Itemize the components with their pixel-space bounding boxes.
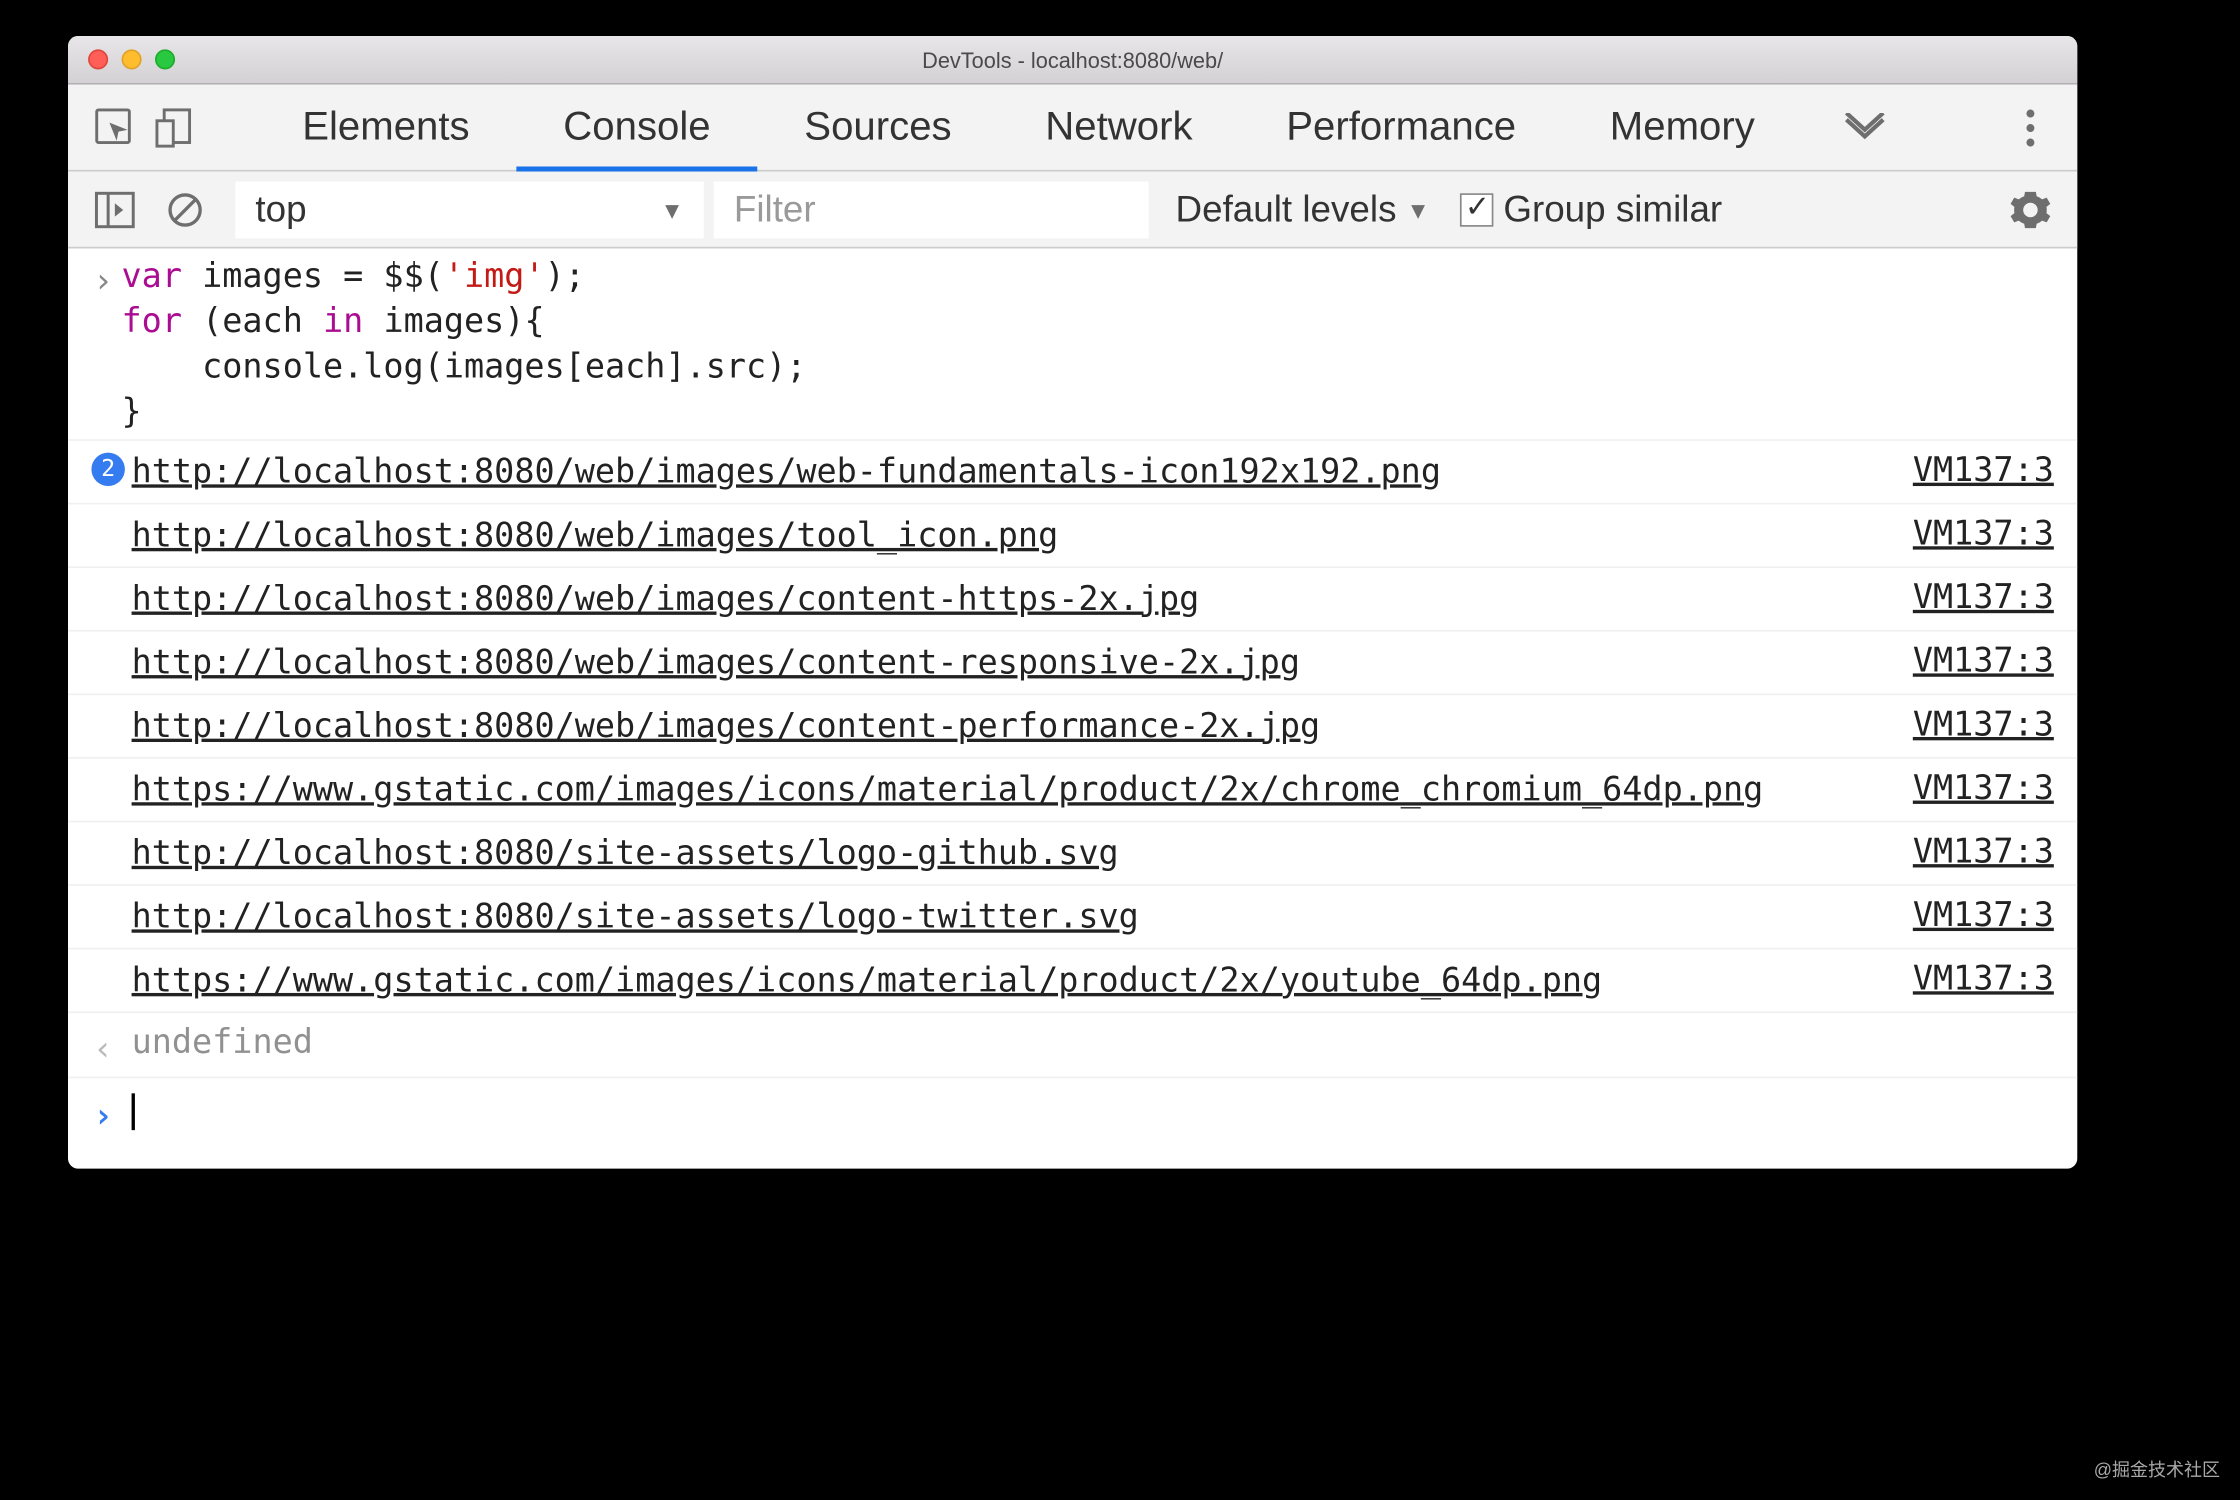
watermark-text: @掘金技术社区 bbox=[2094, 1456, 2220, 1482]
devtools-tabbar: ElementsConsoleSourcesNetworkPerformance… bbox=[68, 85, 2077, 172]
traffic-lights bbox=[68, 49, 175, 69]
dropdown-triangle-icon: ▼ bbox=[1407, 196, 1430, 223]
log-source-link[interactable]: VM137:3 bbox=[1913, 513, 2054, 553]
checkbox-icon bbox=[1460, 192, 1493, 225]
input-arrow-icon: › bbox=[93, 260, 113, 300]
text-cursor bbox=[132, 1093, 135, 1130]
log-url-link[interactable]: http://localhost:8080/site-assets/logo-g… bbox=[132, 831, 1913, 876]
log-source-link[interactable]: VM137:3 bbox=[1913, 894, 2054, 934]
console-output: › var images = $$('img'); for (each in i… bbox=[68, 248, 2077, 1168]
panel-tabs: ElementsConsoleSourcesNetworkPerformance… bbox=[255, 85, 1801, 170]
log-source-link[interactable]: VM137:3 bbox=[1913, 449, 2054, 489]
close-window-button[interactable] bbox=[88, 49, 108, 69]
console-log-row: http://localhost:8080/site-assets/logo-t… bbox=[68, 886, 2077, 950]
show-console-sidebar-icon[interactable] bbox=[85, 179, 145, 239]
log-source-link[interactable]: VM137:3 bbox=[1913, 640, 2054, 680]
output-arrow-icon: ‹ bbox=[93, 1028, 113, 1068]
tab-performance[interactable]: Performance bbox=[1239, 85, 1563, 170]
log-url-link[interactable]: http://localhost:8080/web/images/content… bbox=[132, 640, 1913, 685]
levels-label: Default levels bbox=[1176, 187, 1397, 230]
console-log-row: 2http://localhost:8080/web/images/web-fu… bbox=[68, 441, 2077, 505]
console-toolbar: top ▼ Default levels ▼ Group similar bbox=[68, 172, 2077, 249]
console-log-row: http://localhost:8080/web/images/content… bbox=[68, 695, 2077, 759]
minimize-window-button[interactable] bbox=[122, 49, 142, 69]
context-value: top bbox=[255, 187, 306, 230]
customize-menu-icon[interactable] bbox=[2000, 97, 2060, 157]
execution-context-selector[interactable]: top ▼ bbox=[235, 181, 703, 238]
window-title: DevTools - localhost:8080/web/ bbox=[68, 47, 2077, 72]
tab-sources[interactable]: Sources bbox=[757, 85, 998, 170]
console-log-row: http://localhost:8080/web/images/content… bbox=[68, 568, 2077, 632]
log-url-link[interactable]: http://localhost:8080/web/images/content… bbox=[132, 704, 1913, 749]
prompt-arrow-icon: › bbox=[93, 1095, 113, 1135]
console-log-row: http://localhost:8080/web/images/content… bbox=[68, 632, 2077, 696]
log-source-link[interactable]: VM137:3 bbox=[1913, 704, 2054, 744]
code-block[interactable]: var images = $$('img'); for (each in ima… bbox=[122, 253, 2054, 434]
tab-elements[interactable]: Elements bbox=[255, 85, 516, 170]
window-titlebar: DevTools - localhost:8080/web/ bbox=[68, 36, 2077, 85]
dropdown-triangle-icon: ▼ bbox=[660, 196, 683, 223]
log-url-link[interactable]: https://www.gstatic.com/images/icons/mat… bbox=[132, 958, 1913, 1003]
log-url-link[interactable]: http://localhost:8080/site-assets/logo-t… bbox=[132, 894, 1913, 939]
tab-memory[interactable]: Memory bbox=[1563, 85, 1802, 170]
return-value: undefined bbox=[132, 1021, 313, 1068]
log-url-link[interactable]: https://www.gstatic.com/images/icons/mat… bbox=[132, 767, 1913, 812]
console-return-row: ‹ undefined bbox=[68, 1013, 2077, 1078]
log-url-link[interactable]: http://localhost:8080/web/images/web-fun… bbox=[132, 449, 1913, 494]
console-log-row: https://www.gstatic.com/images/icons/mat… bbox=[68, 949, 2077, 1013]
log-url-link[interactable]: http://localhost:8080/web/images/content… bbox=[132, 576, 1913, 621]
tab-console[interactable]: Console bbox=[516, 85, 757, 170]
log-source-link[interactable]: VM137:3 bbox=[1913, 831, 2054, 871]
console-input-echo: › var images = $$('img'); for (each in i… bbox=[68, 248, 2077, 440]
clear-console-icon[interactable] bbox=[155, 179, 215, 239]
inspect-element-icon[interactable] bbox=[85, 97, 145, 157]
group-similar-label: Group similar bbox=[1503, 187, 1722, 230]
zoom-window-button[interactable] bbox=[155, 49, 175, 69]
device-toolbar-icon[interactable] bbox=[145, 97, 205, 157]
console-filter-input[interactable] bbox=[714, 181, 1149, 238]
console-log-row: http://localhost:8080/site-assets/logo-g… bbox=[68, 822, 2077, 886]
repeat-count-badge: 2 bbox=[91, 453, 124, 486]
group-similar-toggle[interactable]: Group similar bbox=[1460, 187, 1722, 230]
console-log-row: http://localhost:8080/web/images/tool_ic… bbox=[68, 504, 2077, 568]
log-source-link[interactable]: VM137:3 bbox=[1913, 767, 2054, 807]
tab-network[interactable]: Network bbox=[998, 85, 1239, 170]
log-source-link[interactable]: VM137:3 bbox=[1913, 958, 2054, 998]
console-prompt-row[interactable]: › bbox=[68, 1078, 2077, 1168]
more-tabs-icon[interactable] bbox=[1835, 97, 1895, 157]
console-log-row: https://www.gstatic.com/images/icons/mat… bbox=[68, 759, 2077, 823]
log-levels-selector[interactable]: Default levels ▼ bbox=[1176, 187, 1430, 230]
log-source-link[interactable]: VM137:3 bbox=[1913, 576, 2054, 616]
devtools-window: DevTools - localhost:8080/web/ ElementsC… bbox=[68, 36, 2077, 1169]
console-settings-icon[interactable] bbox=[2000, 179, 2060, 239]
log-url-link[interactable]: http://localhost:8080/web/images/tool_ic… bbox=[132, 513, 1913, 558]
